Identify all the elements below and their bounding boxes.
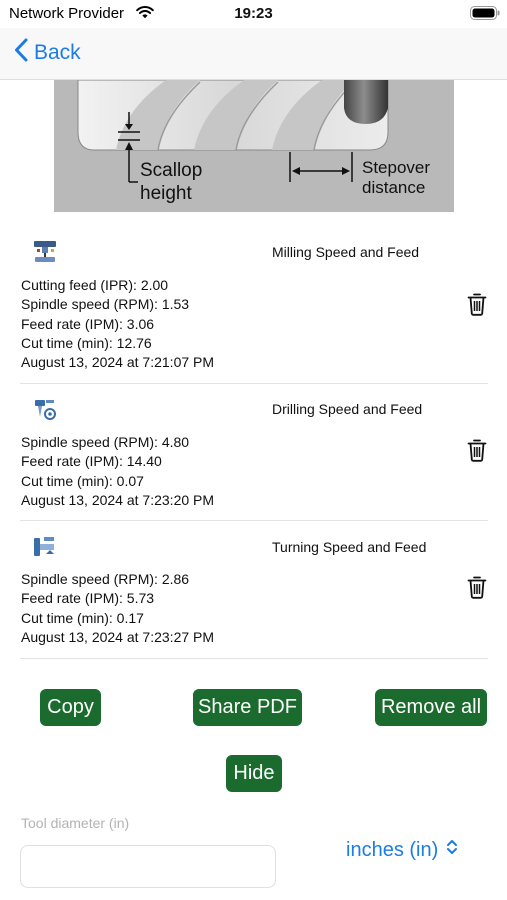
spindle-speed-value: Spindle speed (RPM): 2.86 — [21, 571, 190, 587]
share-pdf-button[interactable]: Share PDF — [193, 689, 302, 726]
history-item-milling: Milling Speed and Feed Cutting feed (IPR… — [20, 228, 488, 384]
timestamp: August 13, 2024 at 7:23:20 PM — [21, 491, 215, 508]
status-bar: Network Provider 19:23 — [0, 0, 507, 28]
history-item-turning: Turning Speed and Feed Spindle speed (RP… — [20, 521, 488, 659]
milling-icon — [32, 239, 58, 265]
unit-picker[interactable]: inches (in) — [346, 838, 458, 862]
stepover-label-line1: Stepover — [362, 158, 430, 177]
trash-icon — [467, 576, 487, 599]
feed-rate-value: Feed rate (IPM): 14.40 — [21, 453, 162, 470]
cut-time-value: Cut time (min): 0.17 — [21, 609, 144, 626]
cutting-feed-value: Cutting feed (IPR): 2.00 — [21, 277, 169, 293]
scallop-label-line1: Scallop — [140, 160, 202, 181]
nav-bar: Back — [0, 28, 507, 80]
delete-item-button[interactable] — [464, 436, 490, 464]
stepover-label-line2: distance — [362, 178, 425, 197]
history-item-title: Drilling Speed and Feed — [272, 401, 423, 417]
trash-icon — [467, 439, 487, 462]
battery-icon — [470, 6, 500, 25]
turning-icon — [32, 534, 58, 560]
cut-time-value: Cut time (min): 0.07 — [21, 472, 144, 489]
trash-icon — [467, 293, 487, 316]
spindle-speed-value: Spindle speed (RPM): 4.80 — [21, 434, 190, 450]
chevron-left-icon — [14, 38, 28, 67]
feed-rate-value: Feed rate (IPM): 5.73 — [21, 590, 155, 607]
history-item-title: Milling Speed and Feed — [272, 244, 420, 260]
history-item-details: Spindle speed (RPM): 4.80 Feed rate (IPM… — [21, 433, 214, 510]
timestamp: August 13, 2024 at 7:23:27 PM — [21, 628, 215, 645]
tool-diameter-input[interactable] — [20, 845, 276, 888]
tool-diameter-label: Tool diameter (in) — [21, 815, 130, 831]
history-item-title: Turning Speed and Feed — [272, 539, 427, 555]
delete-item-button[interactable] — [464, 290, 490, 318]
remove-all-button[interactable]: Remove all — [375, 689, 487, 726]
hide-button[interactable]: Hide — [226, 755, 282, 792]
scallop-label-line2: height — [140, 183, 192, 204]
feed-rate-value: Feed rate (IPM): 3.06 — [21, 315, 155, 332]
chevron-up-down-icon — [446, 838, 458, 862]
history-item-details: Spindle speed (RPM): 2.86 Feed rate (IPM… — [21, 570, 214, 647]
copy-button[interactable]: Copy — [40, 689, 101, 726]
spindle-speed-value: Spindle speed (RPM): 1.53 — [21, 296, 190, 313]
history-item-drilling: Drilling Speed and Feed Spindle speed (R… — [20, 384, 488, 521]
delete-item-button[interactable] — [464, 573, 490, 601]
drilling-icon — [32, 397, 58, 423]
calculation-history-list: Milling Speed and Feed Cutting feed (IPR… — [20, 228, 488, 659]
history-item-details: Cutting feed (IPR): 2.00 Spindle speed (… — [21, 276, 214, 372]
status-time: 19:23 — [234, 5, 273, 22]
back-button[interactable]: Back — [14, 38, 81, 67]
timestamp: August 13, 2024 at 7:21:07 PM — [21, 354, 215, 371]
scallop-diagram-image: Scallop height Stepover distance — [54, 80, 454, 212]
unit-picker-value: inches (in) — [346, 838, 439, 861]
cut-time-value: Cut time (min): 12.76 — [21, 334, 152, 351]
back-label: Back — [34, 40, 81, 64]
